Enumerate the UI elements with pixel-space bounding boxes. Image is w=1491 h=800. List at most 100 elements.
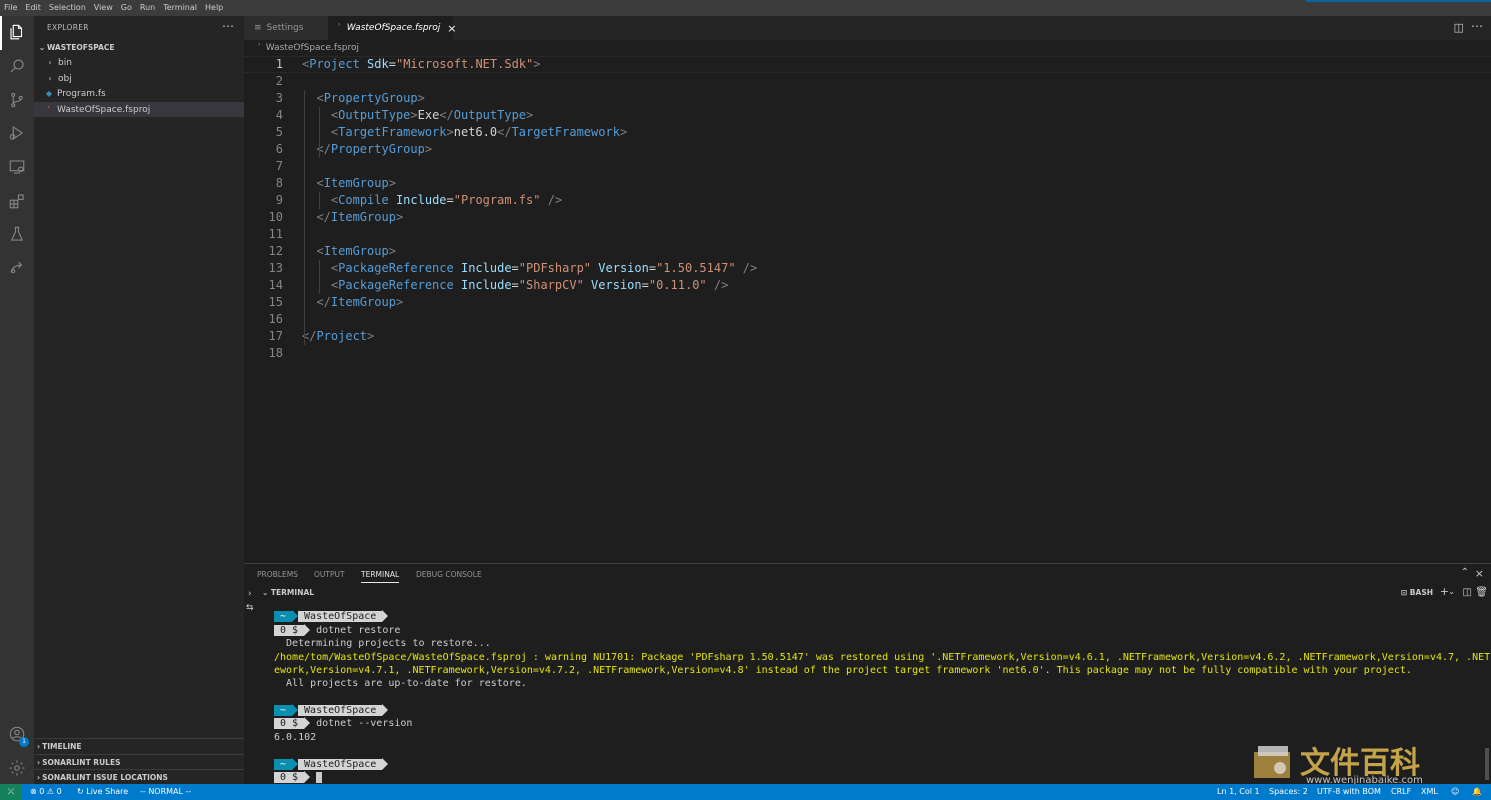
tab-settings[interactable]: ≡ Settings — [244, 16, 328, 40]
line-number: 6 — [275, 142, 283, 156]
search-icon[interactable] — [7, 56, 27, 76]
line-number: 12 — [268, 244, 283, 258]
tab-fsproj[interactable]: ʾ WasteOfSpace.fsproj × — [328, 16, 456, 40]
cursor-position[interactable]: Ln 1, Col 1 — [1217, 784, 1260, 800]
settings-file-icon: ≡ — [254, 23, 262, 33]
menu-selection[interactable]: Selection — [45, 0, 90, 16]
menu-run[interactable]: Run — [136, 0, 159, 16]
settings-gear-icon[interactable] — [7, 758, 27, 778]
remote-explorer-icon[interactable] — [7, 157, 27, 177]
split-editor-icon[interactable]: ◫ — [1454, 21, 1464, 34]
live-share-status[interactable]: ↻ Live Share — [77, 784, 128, 800]
line-number: 10 — [268, 210, 283, 224]
line-number: 17 — [268, 329, 283, 343]
tree-item-bin[interactable]: › bin — [34, 55, 244, 70]
tab-terminal[interactable]: TERMINAL — [361, 570, 400, 583]
line-number: 3 — [275, 91, 283, 105]
end-of-line[interactable]: CRLF — [1391, 784, 1411, 800]
tree-item-obj[interactable]: › obj — [34, 71, 244, 86]
section-sonarlint-issue-locations[interactable]: › SONARLINT ISSUE LOCATIONS — [34, 769, 244, 784]
line-number: 15 — [268, 295, 283, 309]
live-share-icon[interactable] — [7, 258, 27, 278]
remote-indicator-icon[interactable]: ⤫ — [0, 784, 22, 800]
problems-status[interactable]: ⊗ 0 ⚠ 0 — [30, 784, 62, 800]
terminal-cursor — [316, 771, 323, 783]
chevron-right-icon[interactable]: › — [248, 589, 252, 599]
title-accent-line — [1306, 0, 1491, 2]
menu-file[interactable]: File — [0, 0, 21, 16]
tab-output[interactable]: OUTPUT — [314, 570, 345, 579]
code-line: <ItemGroup> — [316, 244, 396, 258]
more-actions-icon[interactable]: ⋯ — [1471, 19, 1483, 33]
active-prompt-line: 0 $ — [274, 771, 323, 784]
feedback-icon[interactable]: ☺ — [1451, 784, 1459, 800]
workspace-root[interactable]: ⌄ WASTEOFSPACE — [34, 40, 244, 55]
tree-item-program-fs[interactable]: ◆ Program.fs — [34, 86, 244, 101]
breadcrumb-item[interactable]: WasteOfSpace.fsproj — [266, 43, 359, 53]
terminal-scrollbar[interactable] — [1485, 748, 1489, 780]
chevron-right-icon: › — [48, 74, 52, 83]
warning-line: /home/tom/WasteOfSpace/WasteOfSpace.fspr… — [274, 652, 1491, 663]
line-number: 18 — [268, 346, 283, 360]
section-label: SONARLINT ISSUE LOCATIONS — [42, 772, 168, 782]
line-number: 14 — [268, 278, 283, 292]
terminal-tabs-gutter: › ⇆ — [244, 585, 260, 785]
section-timeline[interactable]: › TIMELINE — [34, 738, 244, 753]
menu-terminal[interactable]: Terminal — [159, 0, 201, 16]
line-number: 8 — [275, 176, 283, 190]
run-debug-icon[interactable] — [7, 123, 27, 143]
tab-problems[interactable]: PROBLEMS — [257, 570, 298, 579]
chevron-right-icon: › — [37, 741, 41, 751]
tree-item-label: WasteOfSpace.fsproj — [57, 104, 151, 115]
rss-xml-file-icon: ʾ — [47, 105, 51, 114]
explorer-icon[interactable] — [7, 22, 27, 42]
notifications-bell-icon[interactable]: 🔔 — [1472, 784, 1482, 800]
close-panel-icon[interactable]: × — [1475, 567, 1484, 580]
indentation[interactable]: Spaces: 2 — [1269, 784, 1308, 800]
line-number: 13 — [268, 261, 283, 275]
menu-bar: File Edit Selection View Go Run Terminal… — [0, 0, 1491, 16]
menu-help[interactable]: Help — [201, 0, 227, 16]
prompt-home: ~ — [274, 705, 293, 716]
code-line: <Compile Include="Program.fs" /> — [330, 193, 563, 207]
watermark-logo — [1254, 746, 1290, 778]
code-line: <PackageReference Include="PDFsharp" Ver… — [330, 261, 758, 275]
extensions-icon[interactable] — [7, 191, 27, 211]
breadcrumb: ʾ WasteOfSpace.fsproj — [244, 40, 1491, 56]
file-encoding[interactable]: UTF-8 with BOM — [1317, 784, 1381, 800]
section-label: TIMELINE — [42, 741, 82, 751]
menu-edit[interactable]: Edit — [21, 0, 45, 16]
close-icon[interactable]: × — [447, 22, 456, 35]
line-number: 2 — [275, 74, 283, 88]
line-number: 9 — [275, 193, 283, 207]
prompt-separator — [382, 610, 389, 622]
workspace-root-label: WASTEOFSPACE — [47, 43, 115, 52]
more-actions-icon[interactable]: ⋯ — [222, 19, 234, 33]
indent-guide — [319, 107, 320, 158]
prompt-dir: WasteOfSpace — [298, 705, 383, 716]
section-sonarlint-rules[interactable]: › SONARLINT RULES — [34, 754, 244, 769]
output-line: All projects are up-to-date for restore. — [274, 678, 527, 689]
watermark: 文件百科 www.wenjinabaike.com — [1250, 738, 1440, 786]
terminal-list-icon[interactable]: ⇆ — [246, 603, 254, 613]
menu-view[interactable]: View — [90, 0, 117, 16]
code-line: <OutputType>Exe</OutputType> — [330, 108, 534, 122]
accounts-icon[interactable]: 1 — [7, 724, 29, 747]
rss-xml-file-icon: ʾ — [338, 23, 341, 33]
code-editor[interactable]: 1 <Project Sdk="Microsoft.NET.Sdk"> 2 3 <Pr… — [244, 56, 1491, 561]
chevron-down-icon: ⌄ — [38, 43, 46, 52]
prompt-separator — [304, 771, 311, 783]
line-number: 16 — [268, 312, 283, 326]
maximize-panel-icon[interactable]: ⌃ — [1461, 567, 1469, 578]
explorer-header: EXPLORER — [47, 23, 89, 32]
source-control-icon[interactable] — [7, 90, 27, 110]
section-label: SONARLINT RULES — [42, 757, 121, 767]
menu-go[interactable]: Go — [117, 0, 136, 16]
active-indicator — [0, 16, 2, 50]
live-share-icon: ↻ — [77, 787, 84, 796]
testing-icon[interactable] — [7, 224, 27, 244]
tree-item-fsproj[interactable]: ʾ WasteOfSpace.fsproj — [34, 102, 244, 117]
tab-debug-console[interactable]: DEBUG CONSOLE — [416, 570, 482, 579]
tree-item-label: obj — [58, 73, 72, 84]
language-mode[interactable]: XML — [1421, 784, 1438, 800]
